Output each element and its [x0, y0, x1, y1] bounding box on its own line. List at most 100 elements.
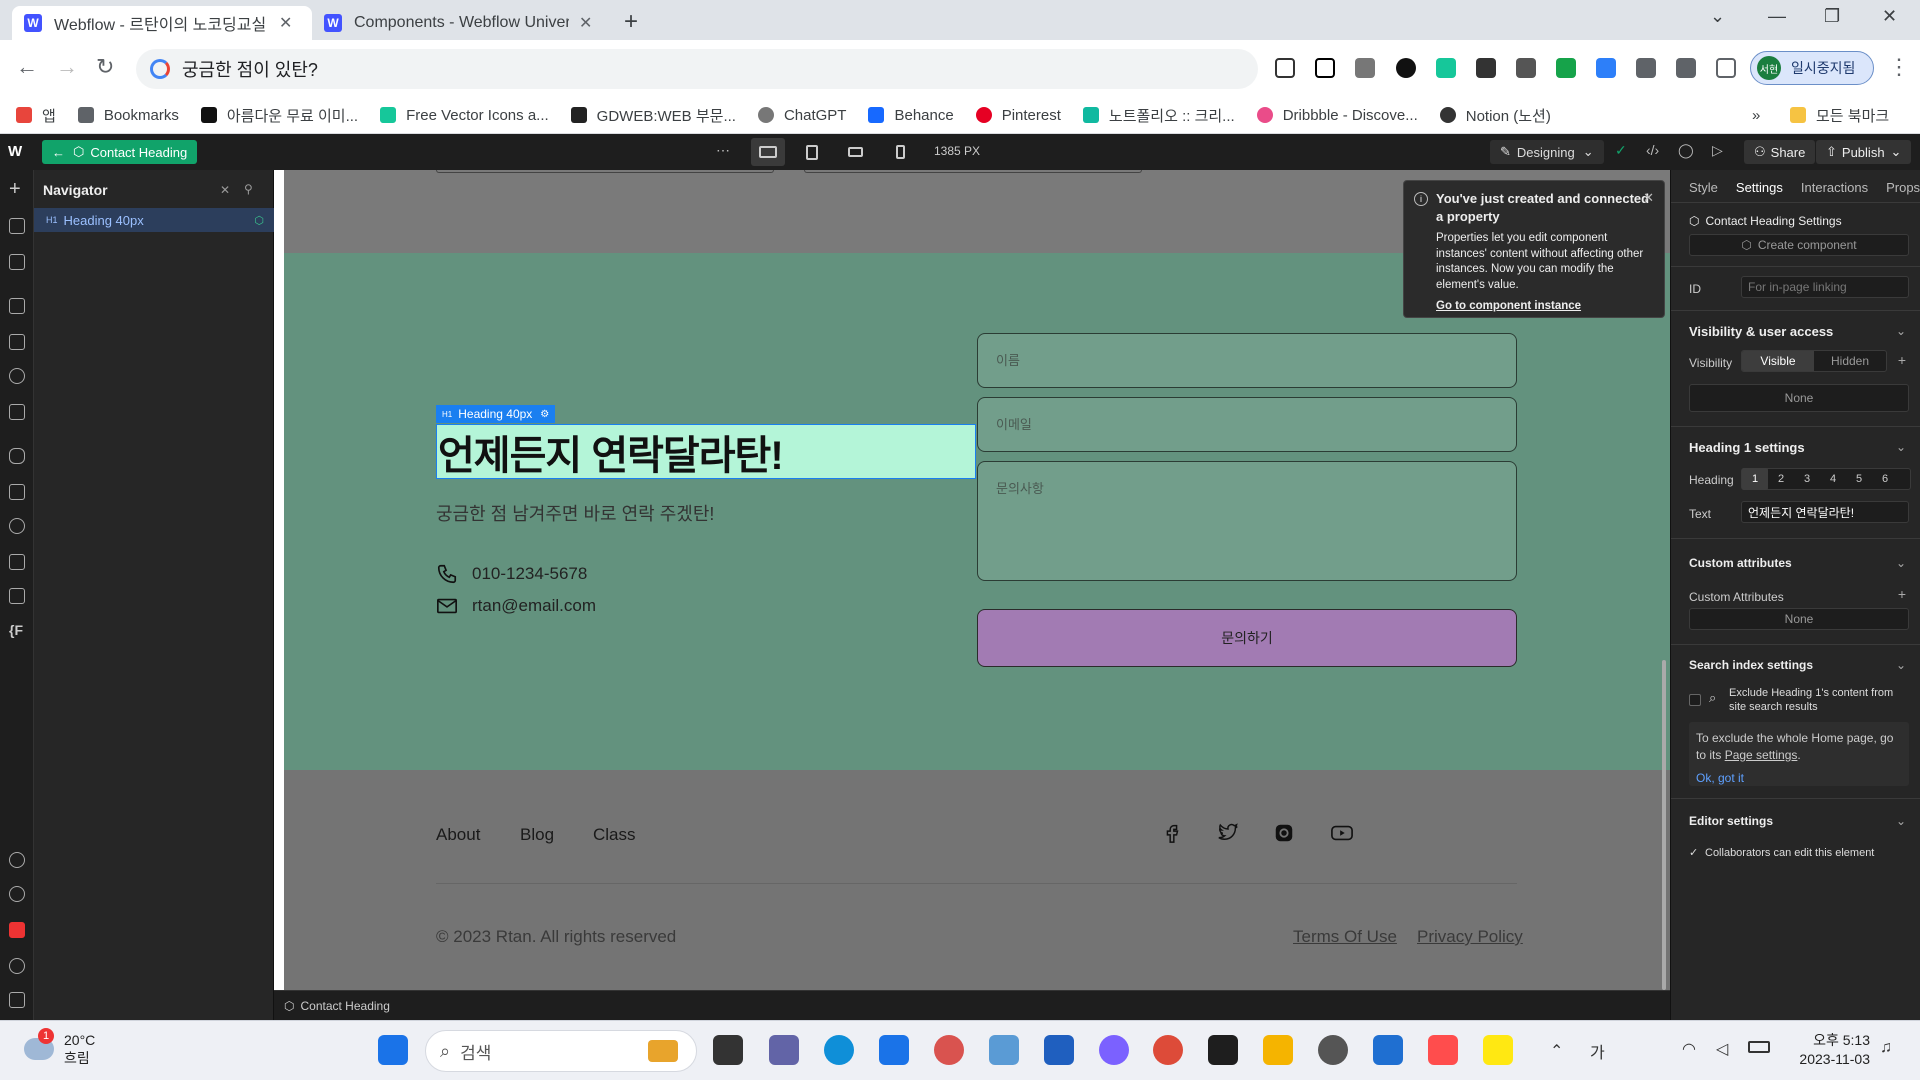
bookmark-unsplash[interactable]: 아름다운 무료 이미... [200, 105, 358, 126]
contact-heading[interactable]: 언제든지 연락달라탄! [436, 424, 976, 479]
minimize-button[interactable]: — [1768, 6, 1786, 27]
chevron-down-icon[interactable]: ⌄ [1896, 324, 1906, 338]
notification-bell-icon[interactable]: ♫ [1880, 1039, 1892, 1057]
battery-icon[interactable] [1748, 1041, 1770, 1053]
tab-interactions[interactable]: Interactions [1801, 180, 1868, 195]
figma-icon[interactable] [1208, 1035, 1238, 1065]
footer-link-class[interactable]: Class [593, 825, 636, 845]
share-button[interactable]: ⚇ Share [1744, 140, 1816, 164]
tab-settings[interactable]: Settings [1736, 180, 1783, 195]
opera-icon[interactable] [1428, 1035, 1458, 1065]
reading-list-icon[interactable] [1676, 58, 1696, 78]
publish-button[interactable]: ⇧ Publish ⌄ [1816, 140, 1912, 164]
extension-icon[interactable] [1436, 58, 1456, 78]
submit-button[interactable]: 문의하기 [977, 609, 1517, 667]
camera-extension-icon[interactable] [1355, 58, 1375, 78]
ok-got-it-link[interactable]: Ok, got it [1696, 770, 1902, 787]
variables-icon[interactable] [9, 334, 25, 350]
mobile-landscape-view-button[interactable] [838, 138, 872, 166]
close-panel-icon[interactable]: ✕ [220, 183, 230, 197]
webflow-logo-icon[interactable]: W [8, 143, 22, 160]
element-badge[interactable]: H1 Heading 40px ⚙ [436, 405, 556, 423]
privacy-link[interactable]: Privacy Policy [1417, 927, 1523, 947]
forward-icon[interactable]: → [56, 54, 78, 80]
heading-level-5[interactable]: 5 [1846, 468, 1872, 490]
search-icon[interactable] [9, 958, 25, 974]
tab-style[interactable]: Style [1689, 180, 1718, 195]
extension-icon[interactable] [1275, 58, 1295, 78]
heading-level-4[interactable]: 4 [1820, 468, 1846, 490]
restore-button[interactable]: ❐ [1824, 6, 1840, 27]
chevron-down-icon[interactable]: ⌄ [1896, 658, 1906, 672]
clock-app-icon[interactable] [1318, 1035, 1348, 1065]
editor-settings-section-title[interactable]: Editor settings [1689, 814, 1773, 828]
go-to-instance-link[interactable]: Go to component instance [1436, 299, 1654, 315]
bookmark-pinterest[interactable]: Pinterest [975, 107, 1061, 124]
tablet-view-button[interactable] [795, 138, 829, 166]
notepad-icon[interactable] [1373, 1035, 1403, 1065]
tab-props[interactable]: Props [1886, 180, 1920, 195]
id-input[interactable]: For in-page linking [1741, 276, 1909, 298]
add-icon[interactable]: + [1898, 586, 1906, 602]
heading-section-title[interactable]: Heading 1 settings [1689, 440, 1805, 455]
logic-icon[interactable] [9, 484, 25, 500]
close-window-button[interactable]: ✕ [1882, 6, 1897, 27]
close-tab-icon[interactable]: ✕ [279, 13, 292, 33]
message-textarea[interactable]: 문의사항 [977, 461, 1517, 581]
code-icon[interactable]: ‹/› [1646, 142, 1659, 158]
all-bookmarks[interactable]: 모든 북마크 [1790, 105, 1889, 126]
exclude-checkbox[interactable] [1689, 694, 1701, 706]
add-icon[interactable]: + [9, 179, 25, 199]
chrome-icon[interactable] [1153, 1035, 1183, 1065]
bookmark-notion[interactable]: Notion (노션) [1439, 105, 1551, 126]
teams-icon[interactable] [769, 1035, 799, 1065]
name-field[interactable]: 이름 [977, 333, 1517, 388]
custom-attributes-section-title[interactable]: Custom attributes [1689, 556, 1792, 570]
close-tab-icon[interactable]: ✕ [579, 13, 592, 33]
settings-gear-icon[interactable] [9, 852, 25, 868]
tab-components[interactable]: W Components - Webflow Univer ✕ [312, 6, 612, 40]
snipping-tool-icon[interactable] [989, 1035, 1019, 1065]
extension-icon[interactable] [1396, 58, 1416, 78]
instagram-icon[interactable] [1273, 822, 1295, 844]
pin-icon[interactable]: ⚲ [244, 182, 253, 196]
page-settings-link[interactable]: Page settings [1725, 748, 1798, 762]
reload-icon[interactable]: ↻ [96, 54, 114, 80]
bookmark-apps[interactable]: 앱 [16, 105, 56, 126]
back-icon[interactable]: ← [16, 54, 38, 80]
check-status-icon[interactable]: ✓ [1615, 142, 1627, 159]
puzzle-icon[interactable] [1636, 58, 1656, 78]
more-bookmarks-icon[interactable]: » [1752, 107, 1760, 124]
users-icon[interactable] [9, 518, 25, 534]
youtube-icon[interactable] [1329, 822, 1355, 844]
apps-icon[interactable] [9, 588, 25, 604]
close-popover-icon[interactable]: ✕ [1643, 189, 1654, 207]
download-extension-icon[interactable] [1596, 58, 1616, 78]
copilot-icon[interactable] [1099, 1035, 1129, 1065]
email-field[interactable]: 이메일 [977, 397, 1517, 452]
search-index-section-title[interactable]: Search index settings [1689, 658, 1813, 672]
bookmark-notefolio[interactable]: 노트폴리오 :: 크리... [1082, 105, 1235, 126]
bookmark-gdweb[interactable]: GDWEB:WEB 부문... [570, 105, 736, 126]
phone-row[interactable]: 010-1234-5678 [436, 563, 587, 585]
email-row[interactable]: rtan@email.com [436, 595, 596, 617]
address-bar[interactable]: 궁금한 점이 있탄? [136, 49, 1258, 89]
assets-icon[interactable] [9, 404, 25, 420]
navigator-item-heading[interactable]: H1 Heading 40px ⬡ [34, 208, 274, 232]
mail-icon[interactable] [879, 1035, 909, 1065]
visibility-section-title[interactable]: Visibility & user access [1689, 324, 1833, 339]
volume-icon[interactable]: ◁ [1716, 1039, 1728, 1059]
mobile-portrait-view-button[interactable] [883, 138, 917, 166]
ecommerce-icon[interactable] [9, 554, 25, 570]
chevron-up-icon[interactable]: ⌃ [1550, 1041, 1563, 1061]
help-icon[interactable] [9, 886, 25, 902]
style-selectors-icon[interactable] [9, 368, 25, 384]
comment-icon[interactable]: ◯ [1678, 142, 1694, 159]
new-tab-button[interactable]: + [624, 8, 638, 36]
video-tutorials-icon[interactable] [9, 992, 25, 1008]
notion-extension-icon[interactable] [1315, 58, 1335, 78]
navigator-icon[interactable] [9, 254, 25, 270]
desktop-view-button[interactable] [751, 138, 785, 166]
chevron-down-icon[interactable]: ⌄ [1896, 556, 1906, 570]
sync-app-icon[interactable] [934, 1035, 964, 1065]
